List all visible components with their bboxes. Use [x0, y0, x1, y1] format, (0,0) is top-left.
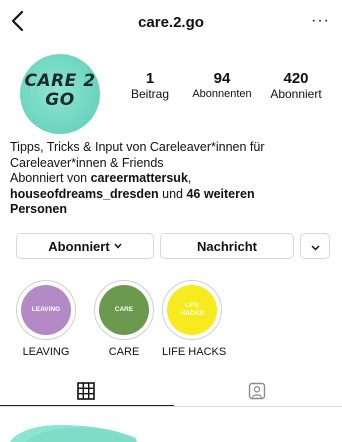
- highlight-cover: LIFE HACKS: [167, 285, 217, 335]
- highlight-cover: LEAVING: [21, 285, 71, 335]
- followed-by-separator: ,: [187, 171, 192, 185]
- avatar-logo-line2: GO: [45, 90, 75, 110]
- stat-following[interactable]: 420 Abonniert: [262, 70, 330, 102]
- tab-posts-grid[interactable]: [0, 376, 171, 406]
- post-brush-stroke: [10, 424, 138, 442]
- stat-followers[interactable]: 94 Abonnenten: [186, 70, 258, 102]
- highlight-cover: CARE: [99, 285, 149, 335]
- avatar-logo: CARE 2 GO: [20, 54, 100, 134]
- following-button-label: Abonniert: [48, 238, 110, 254]
- highlight-life-hacks[interactable]: LIFE HACKS LIFE HACKS: [162, 280, 227, 358]
- highlight-ring: CARE: [94, 280, 154, 340]
- avatar-logo-text: CARE 2 GO: [20, 72, 100, 110]
- post-thumbnail[interactable]: [6, 416, 342, 442]
- more-options-icon[interactable]: ···: [311, 12, 330, 30]
- message-button-label: Nachricht: [197, 238, 257, 254]
- highlight-leaving[interactable]: LEAVING LEAVING: [16, 280, 76, 358]
- stat-followers-count: 94: [213, 70, 231, 87]
- stat-following-count: 420: [283, 70, 309, 87]
- followed-by-more[interactable]: 46 weiteren: [186, 187, 254, 201]
- stat-posts-label: Beitrag: [130, 87, 170, 101]
- chevron-down-icon: [114, 241, 122, 252]
- stat-posts-count: 1: [145, 70, 155, 87]
- bio-line-2: Careleaver*innen & Friends: [10, 155, 164, 170]
- highlight-care[interactable]: CARE CARE: [94, 280, 154, 358]
- chevron-down-icon: [310, 239, 320, 254]
- bio-line-1: Tipps, Tricks & Input von Careleaver*inn…: [10, 140, 265, 154]
- following-button[interactable]: Abonniert: [16, 233, 154, 259]
- highlight-ring: LEAVING: [16, 280, 76, 340]
- stat-followers-label: Abonnenten: [192, 88, 252, 100]
- followed-by-user-2[interactable]: houseofdreams_dresden: [10, 187, 159, 201]
- suggested-accounts-button[interactable]: [300, 233, 330, 259]
- message-button[interactable]: Nachricht: [160, 233, 294, 259]
- followed-by-prefix: Abonniert von: [10, 171, 91, 185]
- stat-posts[interactable]: 1 Beitrag: [124, 70, 176, 102]
- followed-by-more-persons[interactable]: Personen: [10, 202, 67, 216]
- followed-by-user-1[interactable]: careermattersuk: [91, 171, 188, 185]
- tab-tagged[interactable]: [171, 376, 342, 406]
- followed-by-and: und: [158, 186, 187, 201]
- highlight-caption: LIFE HACKS: [162, 346, 227, 358]
- profile-username: care.2.go: [138, 14, 204, 31]
- avatar[interactable]: CARE 2 GO: [16, 50, 104, 138]
- grid-icon: [76, 382, 95, 400]
- profile-bio: Tipps, Tricks & Input von Careleaver*inn…: [10, 140, 330, 218]
- highlight-caption: CARE: [108, 346, 140, 358]
- avatar-logo-line1: CARE 2: [24, 71, 96, 91]
- followed-by[interactable]: Abonniert von careermattersuk,: [10, 171, 330, 187]
- highlight-ring: LIFE HACKS: [162, 280, 222, 340]
- tagged-person-icon: [248, 382, 265, 400]
- highlight-caption: LEAVING: [22, 346, 70, 358]
- tab-divider: [0, 406, 342, 407]
- stat-following-label: Abonniert: [270, 87, 322, 101]
